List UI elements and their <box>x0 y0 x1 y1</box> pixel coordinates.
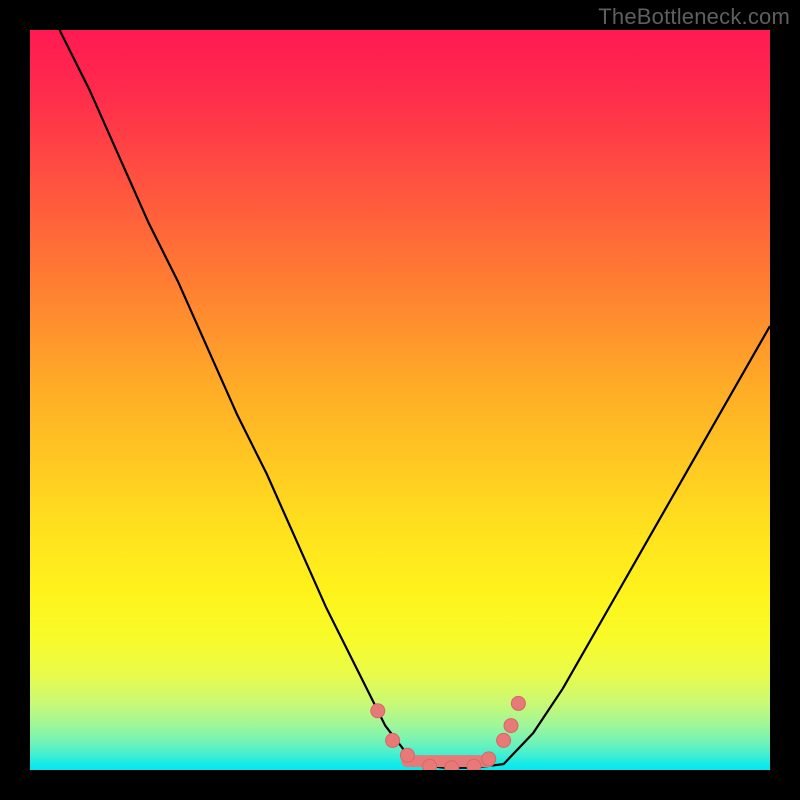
marker-dot <box>445 761 459 770</box>
marker-dot <box>482 752 496 766</box>
plot-area <box>30 30 770 770</box>
marker-dot <box>386 733 400 747</box>
marker-dot <box>371 704 385 718</box>
chart-frame: TheBottleneck.com <box>0 0 800 800</box>
bottleneck-curve <box>60 30 770 768</box>
marker-dot <box>400 748 414 762</box>
marker-group <box>371 696 526 770</box>
marker-dot <box>467 759 481 770</box>
curve-layer <box>30 30 770 770</box>
marker-dot <box>504 719 518 733</box>
marker-dot <box>511 696 525 710</box>
watermark-text: TheBottleneck.com <box>598 4 790 30</box>
marker-dot <box>497 733 511 747</box>
marker-dot <box>423 759 437 770</box>
